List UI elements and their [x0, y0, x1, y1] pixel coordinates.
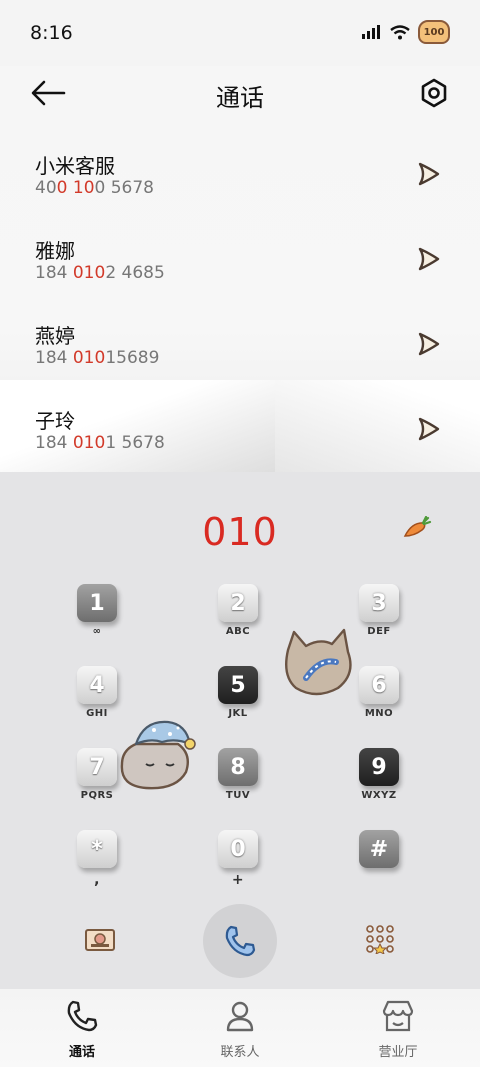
- key-8[interactable]: 8 TUV: [203, 748, 273, 818]
- settings-hexagon-icon[interactable]: [418, 77, 450, 109]
- cat-sticker-icon: [285, 628, 352, 696]
- page-title: 通话: [216, 84, 264, 112]
- chevron-right-icon[interactable]: [416, 415, 442, 443]
- bottom-tab-bar: 通话 联系人 营业厅: [0, 989, 480, 1067]
- key-8-letters: TUV: [225, 790, 251, 801]
- key-5[interactable]: 5 JKL: [203, 666, 273, 736]
- tab-calls[interactable]: 通话: [32, 999, 132, 1060]
- key-0-cap: 0: [218, 830, 258, 868]
- phone-icon: [67, 1000, 98, 1032]
- contact-number: 184 0102 4685: [35, 263, 165, 283]
- contact-name: 小米客服: [35, 154, 115, 178]
- key-2-cap: 2: [218, 584, 258, 622]
- key-5-letters: JKL: [228, 708, 248, 719]
- battery-icon: 100: [418, 20, 450, 44]
- contact-row[interactable]: 燕婷 184 01015689: [0, 308, 480, 393]
- phone-call-icon: [225, 925, 256, 957]
- contact-row[interactable]: 雅娜 184 0102 4685: [0, 223, 480, 308]
- chevron-right-icon[interactable]: [416, 330, 442, 358]
- key-9[interactable]: 9 WXYZ: [344, 748, 414, 818]
- key-6-letters: MNO: [364, 708, 394, 719]
- key-6-cap: 6: [359, 666, 399, 704]
- store-icon: [382, 1000, 414, 1032]
- key-7-cap: 7: [77, 748, 117, 786]
- key-2[interactable]: 2 ABC: [203, 584, 273, 654]
- key-star[interactable]: * ,: [62, 830, 132, 900]
- key-0-sub: +: [231, 872, 245, 888]
- key-1[interactable]: 1 ∞: [62, 584, 132, 654]
- sleepy-cat-sticker-icon: [120, 720, 196, 790]
- tab-contacts-label: 联系人: [220, 1045, 260, 1060]
- voicemail-icon: ∞: [92, 626, 102, 637]
- chevron-right-icon[interactable]: [416, 160, 442, 188]
- contact-name: 子玲: [35, 409, 75, 433]
- contact-row[interactable]: 子玲 184 0101 5678: [0, 393, 480, 478]
- flower-grid-icon[interactable]: [364, 924, 396, 954]
- dialpad-area: 010 1 ∞ 2 ABC 3 DEF 4 GHI 5 JKL 6 MNO 7 …: [0, 472, 480, 989]
- header: 通话: [0, 66, 480, 122]
- key-star-sub: ,: [94, 872, 100, 888]
- contact-number: 184 01015689: [35, 348, 160, 368]
- key-5-cap: 5: [218, 666, 258, 704]
- contact-number: 184 0101 5678: [35, 433, 165, 453]
- signal-icon: [362, 25, 380, 39]
- contact-card-icon[interactable]: [84, 927, 116, 953]
- contact-number: 400 100 5678: [35, 178, 154, 198]
- person-icon: [226, 1001, 254, 1032]
- chevron-right-icon[interactable]: [416, 245, 442, 273]
- contact-name: 雅娜: [35, 239, 75, 263]
- carrot-icon[interactable]: [402, 516, 432, 540]
- tab-store[interactable]: 营业厅: [348, 999, 448, 1060]
- key-1-cap: 1: [77, 584, 117, 622]
- status-icons: 100: [362, 20, 450, 44]
- key-3-cap: 3: [359, 584, 399, 622]
- tab-calls-label: 通话: [68, 1045, 95, 1060]
- status-time: 8:16: [30, 22, 73, 44]
- call-button[interactable]: [203, 904, 277, 978]
- key-hash-cap: #: [359, 830, 399, 868]
- wifi-icon: [390, 24, 410, 39]
- key-9-letters: WXYZ: [361, 790, 397, 801]
- key-4-cap: 4: [77, 666, 117, 704]
- key-star-cap: *: [77, 830, 117, 868]
- contact-list: 小米客服 400 100 5678 雅娜 184 0102 4685 燕婷 18…: [0, 138, 480, 478]
- contact-row[interactable]: 小米客服 400 100 5678: [0, 138, 480, 223]
- contact-name: 燕婷: [35, 324, 75, 348]
- key-8-cap: 8: [218, 748, 258, 786]
- tab-store-label: 营业厅: [378, 1045, 418, 1060]
- key-2-letters: ABC: [225, 626, 251, 637]
- status-bar: 8:16 100: [0, 0, 480, 66]
- key-9-cap: 9: [359, 748, 399, 786]
- key-0[interactable]: 0 +: [203, 830, 273, 900]
- tab-contacts[interactable]: 联系人: [190, 999, 290, 1060]
- key-hash[interactable]: #: [344, 830, 414, 900]
